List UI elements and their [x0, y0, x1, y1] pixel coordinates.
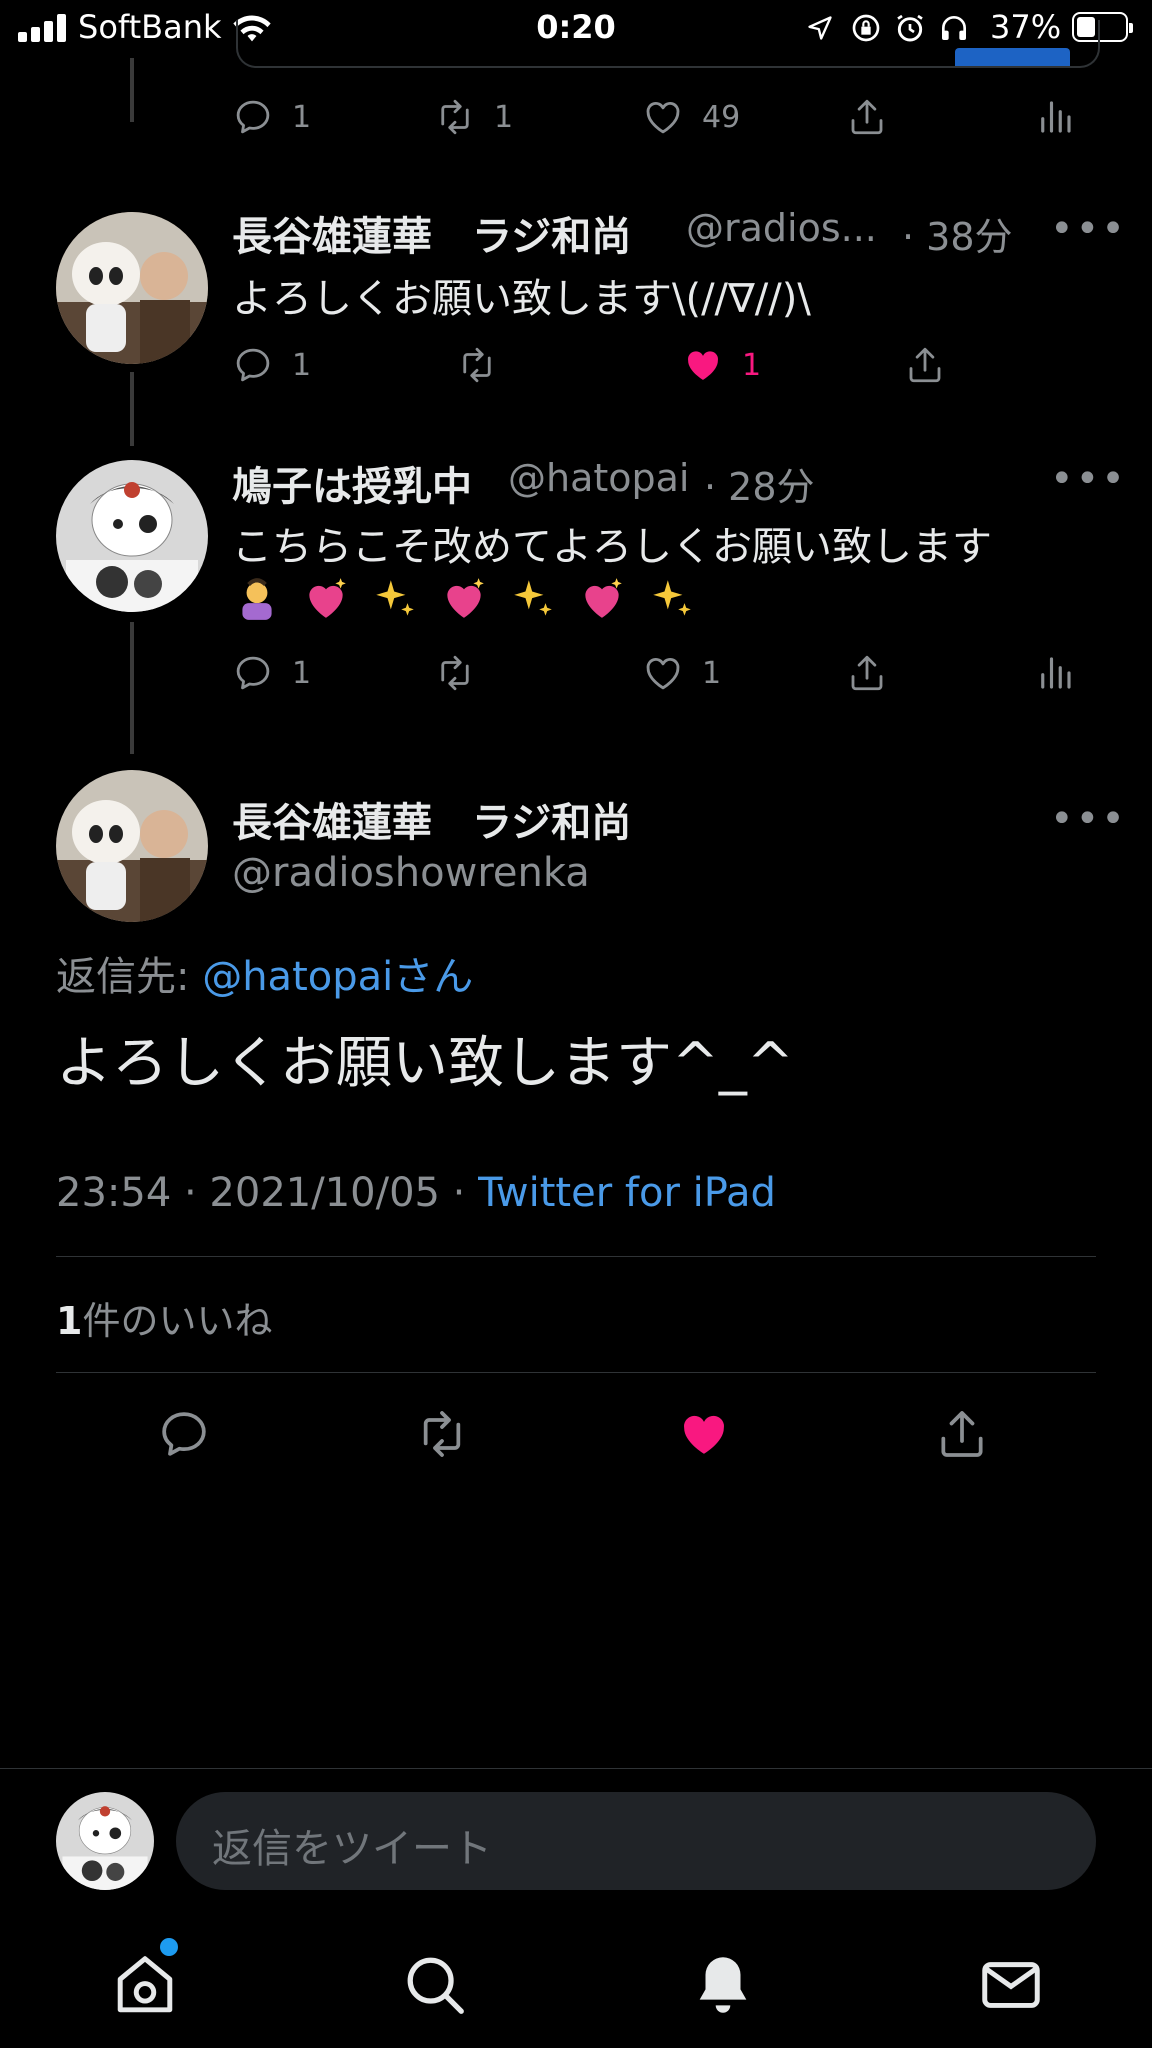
sparkling-heart-emoji	[309, 578, 346, 618]
tab-messages[interactable]	[976, 1950, 1046, 2024]
like-button[interactable]: 49	[642, 96, 740, 138]
like-icon	[642, 652, 684, 694]
more-options-icon[interactable]: •••	[1050, 206, 1127, 252]
share-icon	[934, 1406, 990, 1462]
share-button[interactable]	[904, 344, 946, 386]
display-name[interactable]: 長谷雄蓮華 ラジ和尚	[232, 790, 631, 848]
like-icon	[642, 96, 684, 138]
reply-icon	[232, 344, 274, 386]
retweet-button[interactable]	[456, 344, 498, 386]
my-avatar[interactable]	[56, 1792, 154, 1890]
reply-to-label: 返信先:	[56, 954, 203, 1000]
share-icon	[904, 344, 946, 386]
tweet-time[interactable]: · 38分	[902, 206, 1013, 261]
like-button[interactable]	[676, 1406, 732, 1462]
avatar-image	[56, 770, 208, 922]
sparkles-emoji	[376, 580, 414, 616]
liked-heart-icon	[682, 344, 724, 386]
tab-search[interactable]	[400, 1950, 470, 2024]
like-button[interactable]: 1	[682, 344, 761, 386]
retweet-icon	[414, 1406, 470, 1462]
divider	[56, 1372, 1096, 1373]
reply-button[interactable]: 1	[232, 96, 311, 138]
tweet-meta: 23:54 · 2021/10/05 · Twitter for iPad	[56, 1170, 776, 1216]
sparkles-emoji	[514, 580, 553, 616]
avatar[interactable]	[56, 770, 208, 922]
avatar[interactable]	[56, 460, 208, 612]
avatar-image	[56, 212, 208, 364]
tab-notifications[interactable]	[688, 1950, 758, 2024]
handle[interactable]: @radioshowrenka	[232, 850, 590, 896]
divider	[0, 1768, 1152, 1769]
reply-input[interactable]: 返信をツイート	[176, 1792, 1096, 1890]
display-name[interactable]: 鳩子は授乳中	[232, 454, 472, 512]
sparkling-heart-emoji	[447, 578, 485, 618]
retweet-button[interactable]	[434, 652, 476, 694]
share-icon	[846, 652, 888, 694]
avatar[interactable]	[56, 212, 208, 364]
tweet-text: こちらこそ改めてよろしくお願い致します	[232, 524, 992, 570]
analytics-icon	[1034, 96, 1076, 138]
liked-heart-icon	[676, 1406, 732, 1462]
reply-icon	[156, 1406, 212, 1462]
new-content-dot	[160, 1938, 178, 1956]
thread-line	[130, 372, 134, 446]
more-options-icon[interactable]: •••	[1050, 796, 1127, 842]
retweet-button[interactable]: 1	[434, 96, 513, 138]
handle[interactable]: @radios...	[686, 206, 877, 250]
avatar-image	[56, 460, 208, 612]
person-bowing-emoji	[242, 578, 272, 620]
source-link[interactable]: Twitter for iPad	[478, 1170, 776, 1216]
handle[interactable]: @hatopai	[508, 456, 689, 500]
tweet-text: よろしくお願い致します\(//∇//)\	[232, 276, 811, 322]
sparkles-emoji	[652, 580, 691, 616]
analytics-icon	[1034, 652, 1076, 694]
likes-count: 1	[56, 1299, 83, 1343]
tweet-time[interactable]: · 28分	[704, 456, 815, 511]
search-icon	[407, 1957, 464, 2014]
retweet-icon	[434, 652, 476, 694]
quoted-tweet-image	[955, 48, 1070, 66]
tab-home[interactable]	[110, 1938, 180, 2024]
reply-to-user-link[interactable]: @hatopaiさん	[202, 954, 473, 1000]
reply-to-line: 返信先: @hatopaiさん	[56, 944, 473, 1002]
more-options-icon[interactable]: •••	[1050, 456, 1127, 502]
share-icon	[846, 96, 888, 138]
sparkling-heart-emoji	[585, 578, 623, 618]
notifications-icon	[699, 1957, 747, 2013]
main-tweet-text: よろしくお願い致します^_^	[56, 1031, 794, 1096]
reply-button[interactable]: 1	[232, 652, 311, 694]
reply-icon	[232, 96, 274, 138]
analytics-button[interactable]	[1034, 96, 1076, 138]
reply-button[interactable]	[156, 1406, 212, 1462]
divider	[56, 1256, 1096, 1257]
like-button[interactable]: 1	[642, 652, 721, 694]
share-button[interactable]	[846, 652, 888, 694]
likes-summary[interactable]: 1件のいいね	[56, 1290, 272, 1345]
thread-line	[130, 58, 134, 122]
retweet-icon	[434, 96, 476, 138]
retweet-icon	[456, 344, 498, 386]
timestamp: 23:54 · 2021/10/05 ·	[56, 1170, 479, 1216]
share-button[interactable]	[934, 1406, 990, 1462]
likes-label: 件のいいね	[82, 1299, 273, 1343]
thread-line	[130, 622, 134, 754]
share-button[interactable]	[846, 96, 888, 138]
retweet-button[interactable]	[414, 1406, 470, 1462]
emoji-row	[232, 574, 711, 634]
messages-icon	[982, 1962, 1040, 2008]
display-name[interactable]: 長谷雄蓮華 ラジ和尚	[232, 204, 631, 262]
avatar-image	[56, 1792, 154, 1890]
home-icon	[117, 1956, 173, 2013]
reply-button[interactable]: 1	[232, 344, 311, 386]
analytics-button[interactable]	[1034, 652, 1076, 694]
reply-icon	[232, 652, 274, 694]
reply-input-placeholder: 返信をツイート	[212, 1826, 492, 1872]
